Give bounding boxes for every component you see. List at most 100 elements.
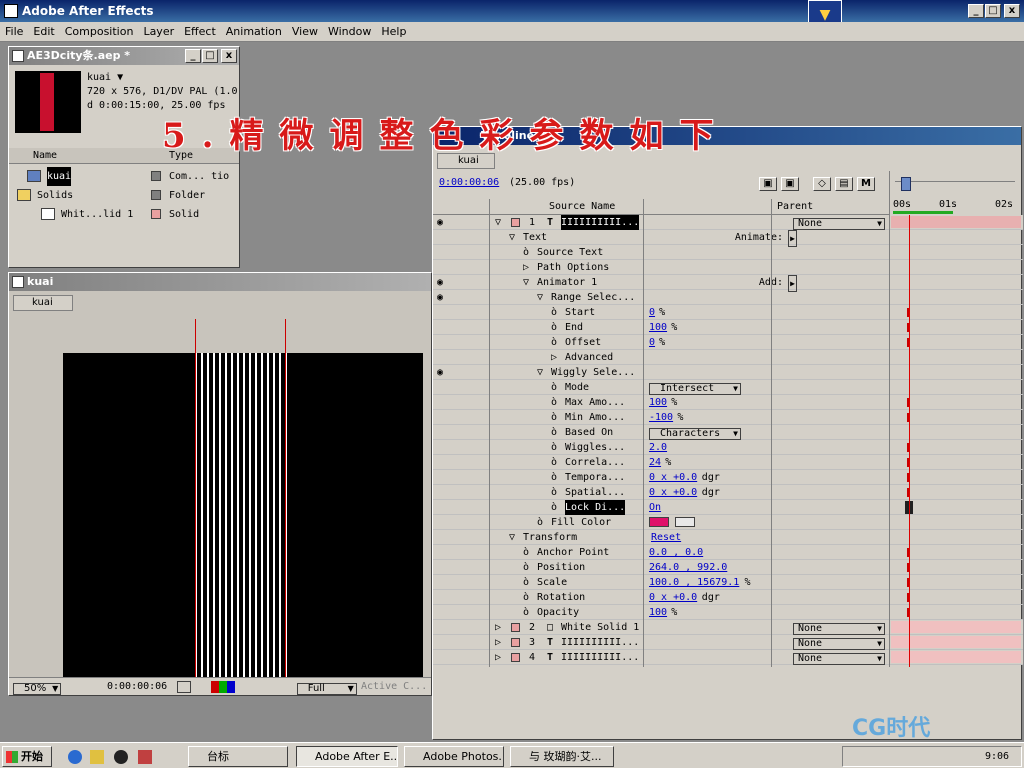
- expand-triangle-icon[interactable]: ▽: [509, 530, 515, 545]
- stopwatch-icon[interactable]: ò: [523, 590, 529, 605]
- menu-layer[interactable]: Layer: [138, 22, 179, 41]
- property-value[interactable]: 100: [649, 605, 667, 620]
- stopwatch-icon[interactable]: ò: [551, 485, 557, 500]
- project-minimize-button[interactable]: _: [185, 49, 201, 63]
- close-button[interactable]: x: [1004, 4, 1020, 18]
- parent-dropdown[interactable]: None: [793, 623, 885, 635]
- stopwatch-icon[interactable]: ò: [523, 545, 529, 560]
- snapshot-icon[interactable]: [177, 681, 191, 693]
- outlook-icon[interactable]: [90, 750, 104, 764]
- property-row[interactable]: ò Wiggles... 2.0: [433, 440, 1023, 455]
- visibility-eye-icon[interactable]: ◉: [437, 215, 443, 230]
- layer-label-swatch[interactable]: [511, 218, 520, 227]
- layer-label-swatch[interactable]: [511, 623, 520, 632]
- stopwatch-icon[interactable]: ò: [551, 395, 557, 410]
- property-row[interactable]: ▽ Text Animate: ▶: [433, 230, 1023, 247]
- qq-icon[interactable]: [114, 750, 128, 764]
- animate-menu[interactable]: Animate:: [735, 230, 783, 245]
- layer-name[interactable]: White Solid 1: [561, 620, 639, 635]
- property-row[interactable]: ò End 100%: [433, 320, 1023, 335]
- current-time-indicator[interactable]: [909, 215, 910, 739]
- property-row[interactable]: ò Anchor Point 0.0 , 0.0: [433, 545, 1023, 560]
- stopwatch-icon[interactable]: ò: [537, 515, 543, 530]
- expand-triangle-icon[interactable]: ▽: [495, 215, 501, 230]
- property-row[interactable]: ò Correla... 24%: [433, 455, 1023, 470]
- expand-triangle-icon[interactable]: ▷: [551, 350, 557, 365]
- expand-triangle-icon[interactable]: ▷: [495, 650, 501, 665]
- project-item[interactable]: kuai Com... tio: [9, 167, 239, 186]
- comp-flowchart-button[interactable]: ▣: [759, 177, 777, 191]
- property-row[interactable]: ò Start 0%: [433, 305, 1023, 320]
- taskbar-item-1[interactable]: Adobe After E...: [296, 746, 398, 767]
- menu-animation[interactable]: Animation: [221, 22, 287, 41]
- stopwatch-icon[interactable]: ò: [551, 380, 557, 395]
- menu-view[interactable]: View: [287, 22, 323, 41]
- layer-label-swatch[interactable]: [511, 653, 520, 662]
- comp-time[interactable]: 0:00:00:06: [107, 681, 167, 692]
- property-row[interactable]: ò Based On Characters: [433, 425, 1023, 440]
- clock[interactable]: 9:06: [985, 751, 1009, 762]
- property-value[interactable]: 264.0 , 992.0: [649, 560, 727, 575]
- layer-row[interactable]: ▷ 2 □ White Solid 1 None: [433, 620, 1023, 635]
- timeline-time[interactable]: 0:00:00:06: [439, 177, 499, 188]
- property-value[interactable]: 100.0 , 15679.1: [649, 575, 739, 590]
- property-value[interactable]: -100: [649, 410, 673, 425]
- time-ruler[interactable]: 00s 01s 02s: [889, 171, 1021, 214]
- current-time-indicator-head[interactable]: [901, 177, 911, 191]
- layer-row[interactable]: ▽ 1T IIIIIIIIII... None ◉: [433, 215, 1023, 230]
- work-area-bar[interactable]: [893, 211, 953, 214]
- property-value[interactable]: 0 x +0.0: [649, 590, 697, 605]
- property-value[interactable]: 0: [649, 305, 655, 320]
- menu-edit[interactable]: Edit: [28, 22, 59, 41]
- taskbar-item-3[interactable]: 与 玫瑚韵·艾...: [510, 746, 614, 767]
- layer-name[interactable]: IIIIIIIIII...: [561, 650, 639, 665]
- start-button[interactable]: 开始: [2, 746, 52, 767]
- property-value[interactable]: 0.0 , 0.0: [649, 545, 703, 560]
- stopwatch-icon[interactable]: ò: [551, 500, 557, 515]
- stopwatch-icon[interactable]: ò: [551, 305, 557, 320]
- ie-icon[interactable]: [68, 750, 82, 764]
- layer-row[interactable]: ▷ 4 T IIIIIIIIII... None: [433, 650, 1023, 665]
- property-value[interactable]: 100: [649, 395, 667, 410]
- menu-window[interactable]: Window: [323, 22, 376, 41]
- taskbar-item-0[interactable]: 台标: [188, 746, 288, 767]
- property-value[interactable]: On: [649, 500, 661, 515]
- project-close-button[interactable]: x: [221, 49, 237, 63]
- draft-3d-button[interactable]: ◇: [813, 177, 831, 191]
- property-row[interactable]: ▽ Wiggly Sele... ◉: [433, 365, 1023, 380]
- label-swatch[interactable]: [151, 209, 161, 219]
- visibility-eye-icon[interactable]: ◉: [437, 275, 443, 290]
- property-row[interactable]: ▽Animator 1◉Add:▶: [433, 275, 1023, 292]
- col-parent[interactable]: Parent: [777, 199, 813, 215]
- menu-composition[interactable]: Composition: [60, 22, 139, 41]
- layer-duration-bar[interactable]: [891, 621, 1021, 633]
- stopwatch-icon[interactable]: ò: [523, 575, 529, 590]
- parent-dropdown[interactable]: None: [793, 218, 885, 230]
- col-source-name[interactable]: Source Name: [549, 199, 615, 215]
- label-swatch[interactable]: [151, 171, 161, 181]
- layer-duration-bar[interactable]: [891, 636, 1021, 648]
- zoom-dropdown[interactable]: 50%: [13, 683, 62, 695]
- property-row[interactable]: ▽ Transform Reset: [433, 530, 1023, 545]
- property-row[interactable]: ò Spatial... 0 x +0.0 dgr: [433, 485, 1023, 500]
- property-row[interactable]: ò Source Text: [433, 245, 1023, 260]
- parent-dropdown[interactable]: None: [793, 653, 885, 665]
- property-value[interactable]: 2.0: [649, 440, 667, 455]
- layer-label-swatch[interactable]: [511, 638, 520, 647]
- stopwatch-icon[interactable]: ò: [551, 425, 557, 440]
- property-value[interactable]: 0 x +0.0: [649, 485, 697, 500]
- fill-color-swatch[interactable]: [649, 517, 669, 527]
- maximize-button[interactable]: □: [985, 4, 1001, 18]
- property-value[interactable]: 0: [649, 335, 655, 350]
- label-swatch[interactable]: [151, 190, 161, 200]
- expand-triangle-icon[interactable]: ▷: [523, 260, 529, 275]
- property-dropdown[interactable]: Characters: [649, 428, 741, 440]
- frame-blend-button[interactable]: ▤: [835, 177, 853, 191]
- menu-effect[interactable]: Effect: [179, 22, 221, 41]
- property-value[interactable]: 0 x +0.0: [649, 470, 697, 485]
- visibility-eye-icon[interactable]: ◉: [437, 365, 443, 380]
- stopwatch-icon[interactable]: ò: [523, 245, 529, 260]
- stopwatch-icon[interactable]: ò: [551, 410, 557, 425]
- layer-duration-bar[interactable]: [891, 216, 1021, 228]
- comp-name-label[interactable]: kuai ▼: [87, 71, 238, 85]
